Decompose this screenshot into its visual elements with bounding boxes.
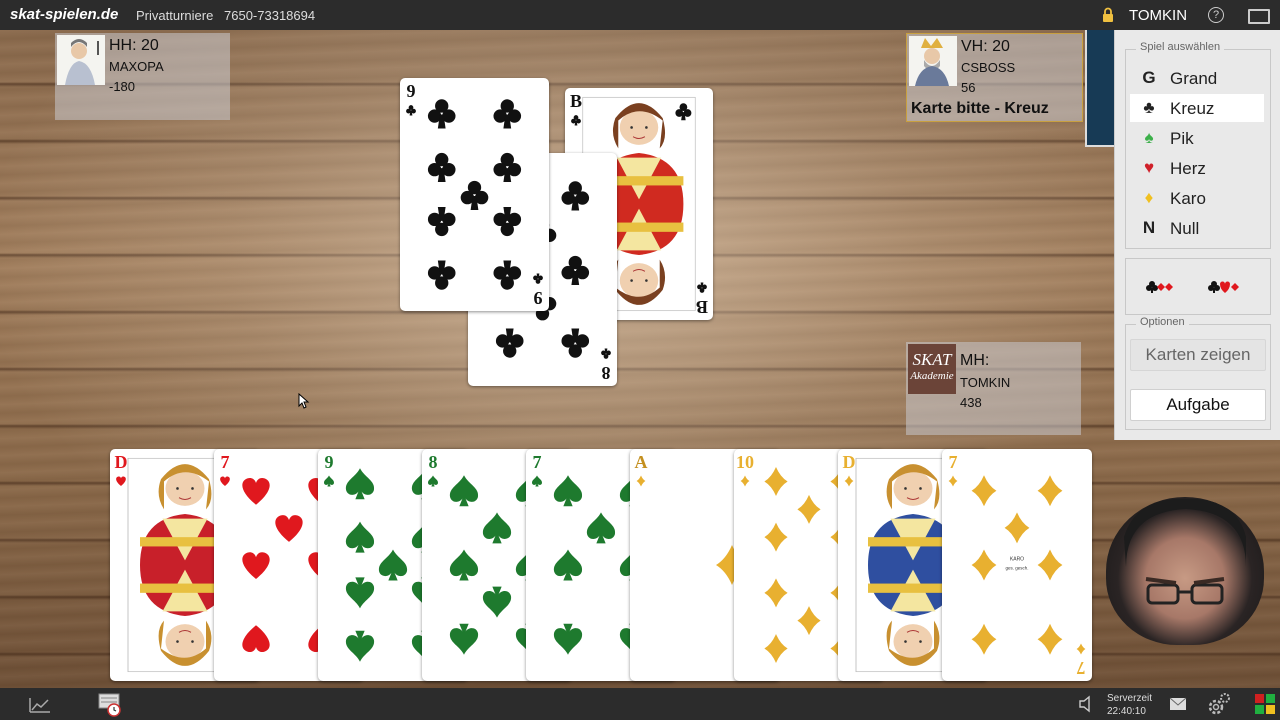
game-option-symbol: G xyxy=(1142,68,1156,87)
connection-status-icon xyxy=(1255,694,1275,714)
window-toggle-icon[interactable] xyxy=(1248,9,1270,24)
card-rank: D xyxy=(843,452,856,472)
player-name-self: TOMKIN xyxy=(960,375,1011,390)
game-option-label: Karo xyxy=(1170,189,1206,208)
player-role-left: HH: 20 xyxy=(109,37,159,54)
tournament-link[interactable]: Privatturniere xyxy=(136,8,213,23)
speaker-icon[interactable] xyxy=(1078,695,1096,713)
card-rank: B xyxy=(570,91,582,111)
game-option-label: Pik xyxy=(1170,129,1194,148)
game-option-grand[interactable]: G Grand xyxy=(1130,64,1264,92)
help-icon[interactable]: ? xyxy=(1208,7,1224,23)
game-id: 7650-73318694 xyxy=(224,8,316,23)
card-rank: 7 xyxy=(533,452,542,472)
player-avatar-left xyxy=(57,35,105,85)
game-option-label: Null xyxy=(1170,219,1200,238)
player-score-left: -180 xyxy=(109,79,136,94)
game-select-group: Spiel auswählen G Grand ♣ Kreuz ♠ Pik ♥ Herz ♦ Ka… xyxy=(1125,41,1271,249)
trick-card-9-clubs: 99 xyxy=(400,78,549,311)
game-option-label: Kreuz xyxy=(1170,99,1215,118)
card-request-message: Karte bitte - Kreuz xyxy=(911,100,1049,117)
game-option-label: Grand xyxy=(1170,69,1218,88)
mouse-cursor-icon xyxy=(298,393,310,409)
game-option-symbol: ♥ xyxy=(1143,158,1155,177)
card-imprint: ges. gesch. xyxy=(1005,566,1028,571)
player-role-right: VH: 20 xyxy=(961,38,1010,55)
hand-card-7-diamonds[interactable]: 7 7 KARO ges. gesch. xyxy=(942,449,1092,681)
player-role-self: MH: xyxy=(960,352,990,369)
player-box-right: VH: 20 CSBOSS 56 Karte bitte - Kreuz xyxy=(906,33,1083,122)
options-title: Optionen xyxy=(1136,316,1189,328)
game-option-symbol: N xyxy=(1142,218,1156,237)
bottom-bar: Serverzeit 22:40:10 xyxy=(0,688,1280,720)
player-score-right: 56 xyxy=(961,80,976,95)
bid-cards-group xyxy=(1125,258,1271,315)
card-rank: 7 xyxy=(949,452,958,472)
game-option-symbol: ♠ xyxy=(1144,128,1154,147)
top-bar: skat-spielen.de Privatturniere 7650-7331… xyxy=(0,0,1280,30)
score-sheet-clock-icon[interactable] xyxy=(97,692,125,718)
card-rank: 9 xyxy=(325,452,334,472)
card-rank: 10 xyxy=(736,452,754,472)
card-face: 99 xyxy=(406,81,543,308)
webcam-overlay xyxy=(1106,497,1264,645)
options-group: Optionen Karten zeigen Aufgabe xyxy=(1125,316,1271,430)
game-control-panel: Spiel auswählen G Grand ♣ Kreuz ♠ Pik ♥ Herz ♦ Ka… xyxy=(1114,30,1280,440)
game-option-kreuz[interactable]: ♣ Kreuz xyxy=(1130,94,1264,122)
card-rank: 7 xyxy=(221,452,230,472)
game-option-pik[interactable]: ♠ Pik xyxy=(1130,124,1264,152)
show-cards-button[interactable]: Karten zeigen xyxy=(1130,339,1266,371)
lock-icon xyxy=(1103,7,1113,22)
game-option-label: Herz xyxy=(1170,159,1206,178)
statistics-chart-icon[interactable] xyxy=(28,696,52,714)
game-option-null[interactable]: N Null xyxy=(1130,214,1264,242)
card-rank: 9 xyxy=(534,288,543,308)
card-face: 7 7 KARO ges. gesch. xyxy=(949,452,1086,678)
server-time: 22:40:10 xyxy=(1107,706,1146,717)
card-rank: D xyxy=(115,452,128,472)
card-rank: 7 xyxy=(1077,658,1086,678)
game-option-karo[interactable]: ♦ Karo xyxy=(1130,184,1264,212)
mail-icon[interactable] xyxy=(1169,697,1187,711)
server-time-label: Serverzeit xyxy=(1107,693,1153,704)
card-rank: 9 xyxy=(407,81,416,101)
player-name-right: CSBOSS xyxy=(961,60,1016,75)
give-up-button[interactable]: Aufgabe xyxy=(1130,389,1266,421)
player-name-left: MAXOPA xyxy=(109,59,164,74)
card-rank: 8 xyxy=(602,363,611,383)
card-rank: A xyxy=(635,452,648,472)
player-avatar-right xyxy=(909,36,957,86)
game-option-herz[interactable]: ♥ Herz xyxy=(1130,154,1264,182)
card-rank: 8 xyxy=(429,452,438,472)
site-logo[interactable]: skat-spielen.de xyxy=(10,6,118,23)
streamer-face xyxy=(1124,498,1246,605)
player-box-left: HH: 20 MAXOPA -180 xyxy=(55,33,230,120)
player-avatar-self: SKAT Akademie xyxy=(908,344,956,394)
card-imprint: KARO xyxy=(1010,556,1024,562)
settings-gear-icon[interactable] xyxy=(1206,691,1232,717)
game-select-title: Spiel auswählen xyxy=(1136,41,1225,53)
card-rank: B xyxy=(696,297,708,317)
player-box-self: SKAT Akademie MH: TOMKIN 438 xyxy=(906,342,1081,435)
suit-combination-icons[interactable] xyxy=(1126,259,1270,314)
player-score-self: 438 xyxy=(960,395,982,410)
game-option-symbol: ♦ xyxy=(1144,188,1154,207)
username[interactable]: TOMKIN xyxy=(1129,7,1187,24)
game-option-symbol: ♣ xyxy=(1143,98,1155,117)
